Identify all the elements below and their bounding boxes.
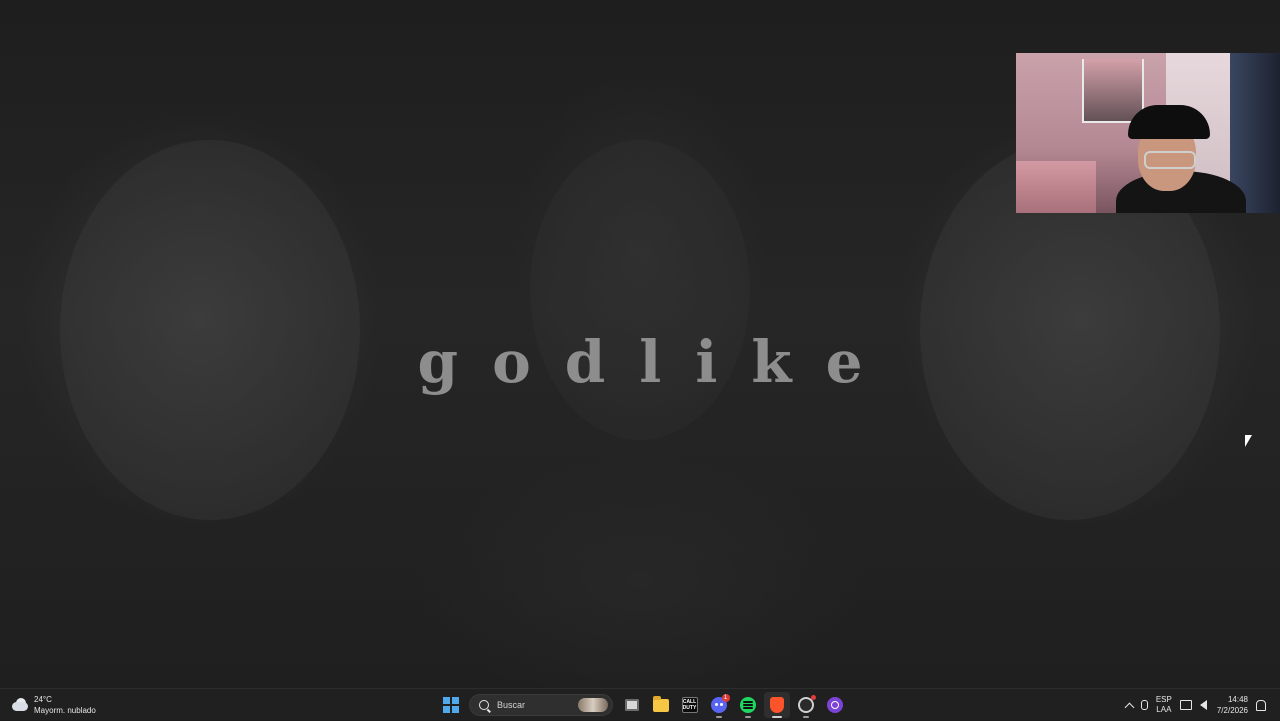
clock-date: 7/2/2026: [1216, 706, 1248, 715]
spotify-icon: [739, 697, 756, 713]
taskbar-center: Buscar CALL DUTY 1: [436, 692, 849, 718]
clock[interactable]: 14:48 7/2/2026: [1217, 693, 1248, 717]
start-button[interactable]: [438, 692, 464, 718]
running-indicator: [715, 716, 722, 718]
wallpaper-wordmark: godlike: [417, 328, 897, 396]
spotify-button[interactable]: [735, 692, 761, 718]
taskbar: 24°C Mayorm. nublado Buscar CALL DUTY 1: [0, 688, 1280, 720]
system-tray: ESP LAA 14:48 7/2/2026: [1122, 689, 1280, 721]
speaker-icon: [1199, 700, 1207, 710]
desktop-wallpaper: godlike: [0, 0, 1280, 688]
running-indicator: [744, 716, 751, 718]
weather-description: Mayorm. nublado: [34, 706, 96, 715]
search-icon: [479, 700, 489, 710]
task-view-button[interactable]: [619, 692, 645, 718]
search-placeholder: Buscar: [497, 700, 526, 710]
ring-app-icon: [826, 697, 843, 713]
running-indicator: [771, 716, 782, 718]
call-of-duty-button[interactable]: CALL DUTY: [677, 692, 703, 718]
microphone-icon: [1140, 700, 1148, 710]
task-view-icon: [624, 699, 639, 711]
notifications-button[interactable]: [1256, 693, 1276, 717]
network-icon: [1179, 700, 1192, 710]
network-button[interactable]: [1179, 693, 1192, 717]
volume-button[interactable]: [1199, 693, 1207, 717]
search-highlight-image: [578, 698, 608, 712]
recording-dot: [810, 695, 816, 700]
search-box[interactable]: Buscar: [469, 694, 613, 716]
weather-temperature: 24°C: [34, 695, 52, 704]
ring-app-button[interactable]: [822, 692, 848, 718]
language-indicator[interactable]: ESP LAA: [1156, 693, 1172, 717]
clock-time: 14:48: [1227, 695, 1248, 704]
discord-badge: 1: [721, 694, 730, 702]
windows-logo-icon: [442, 697, 459, 713]
show-hidden-icons-button[interactable]: [1124, 693, 1135, 717]
webcam-overlay: [1016, 53, 1280, 213]
mouse-cursor-icon: [1245, 435, 1252, 447]
obs-button[interactable]: [793, 692, 819, 718]
folder-icon: [652, 695, 669, 712]
chevron-up-icon: [1124, 702, 1135, 712]
discord-button[interactable]: 1: [706, 692, 732, 718]
brave-icon: [769, 697, 784, 713]
file-explorer-button[interactable]: [648, 692, 674, 718]
keyboard-layout: LAA: [1156, 705, 1172, 714]
webcam-glasses: [1144, 151, 1196, 169]
running-indicator: [802, 716, 809, 718]
webcam-cap: [1128, 105, 1210, 139]
game-icon: CALL DUTY: [681, 697, 698, 713]
brave-button[interactable]: [763, 692, 790, 718]
webcam-shelf: [1082, 59, 1144, 123]
weather-widget[interactable]: 24°C Mayorm. nublado: [10, 693, 96, 717]
webcam-bed: [1016, 161, 1096, 213]
notification-bell-icon: [1256, 699, 1266, 711]
microphone-button[interactable]: [1140, 693, 1148, 717]
cloudy-icon: [10, 698, 30, 712]
language-code: ESP: [1155, 695, 1172, 704]
